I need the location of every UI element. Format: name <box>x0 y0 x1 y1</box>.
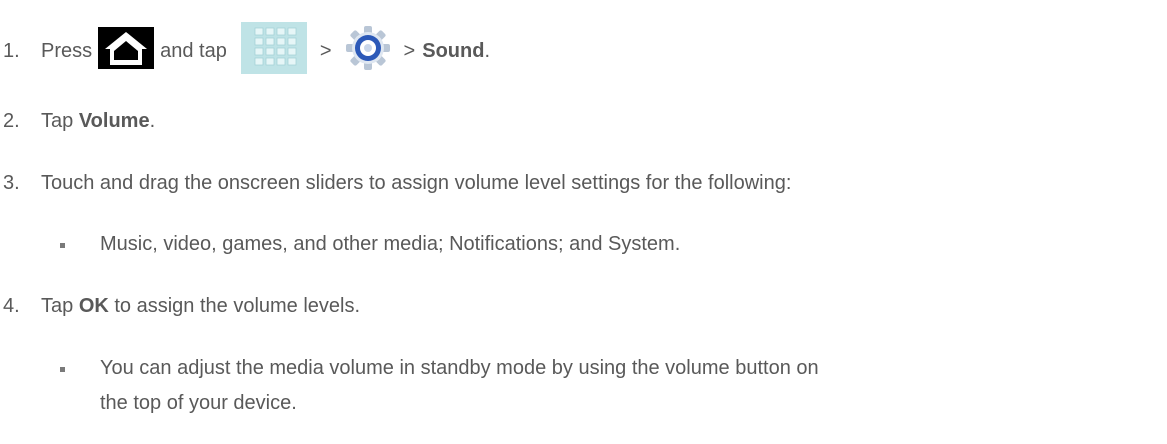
step-number: 3. <box>3 172 20 194</box>
bullet-text: Music, video, games, and other media; No… <box>100 233 681 255</box>
bullet-marker <box>60 367 65 372</box>
bullet-text-line1: You can adjust the media volume in stand… <box>100 357 819 379</box>
step-text-press: Press <box>41 39 93 62</box>
separator: > <box>403 39 416 62</box>
apps-grid-icon <box>240 22 307 80</box>
bullet-item-step3: Music, video, games, and other media; No… <box>60 233 680 256</box>
step-number: 4. <box>3 295 20 317</box>
step-2: 2. Tap Volume. <box>0 110 155 133</box>
bullet-item-step4: You can adjust the media volume in stand… <box>60 357 819 421</box>
volume-label: Volume <box>78 110 150 132</box>
step-4: 4. Tap OK to assign the volume levels. <box>0 295 360 318</box>
step-number: 1. <box>3 39 20 62</box>
settings-gear-icon <box>345 25 391 77</box>
step-1: 1. Press and tap > > Sound . <box>0 22 490 80</box>
home-key-icon <box>98 27 155 75</box>
bullet-marker <box>60 243 65 248</box>
separator: > <box>319 39 332 62</box>
sound-label: Sound <box>422 39 485 62</box>
step-text-post: to assign the volume levels. <box>108 295 361 317</box>
step-text: Touch and drag the onscreen sliders to a… <box>41 172 792 194</box>
ok-label: OK <box>78 295 109 317</box>
step-text-pre: Tap <box>41 295 74 317</box>
step-text-and-tap: and tap <box>160 39 227 62</box>
step-3: 3. Touch and drag the onscreen sliders t… <box>0 172 791 195</box>
step-number: 2. <box>3 110 20 132</box>
step-text-pre: Tap <box>41 110 74 132</box>
step-text-end: . <box>484 39 491 62</box>
bullet-text-line2: the top of your device. <box>100 392 297 414</box>
step-text-post: . <box>149 110 156 132</box>
